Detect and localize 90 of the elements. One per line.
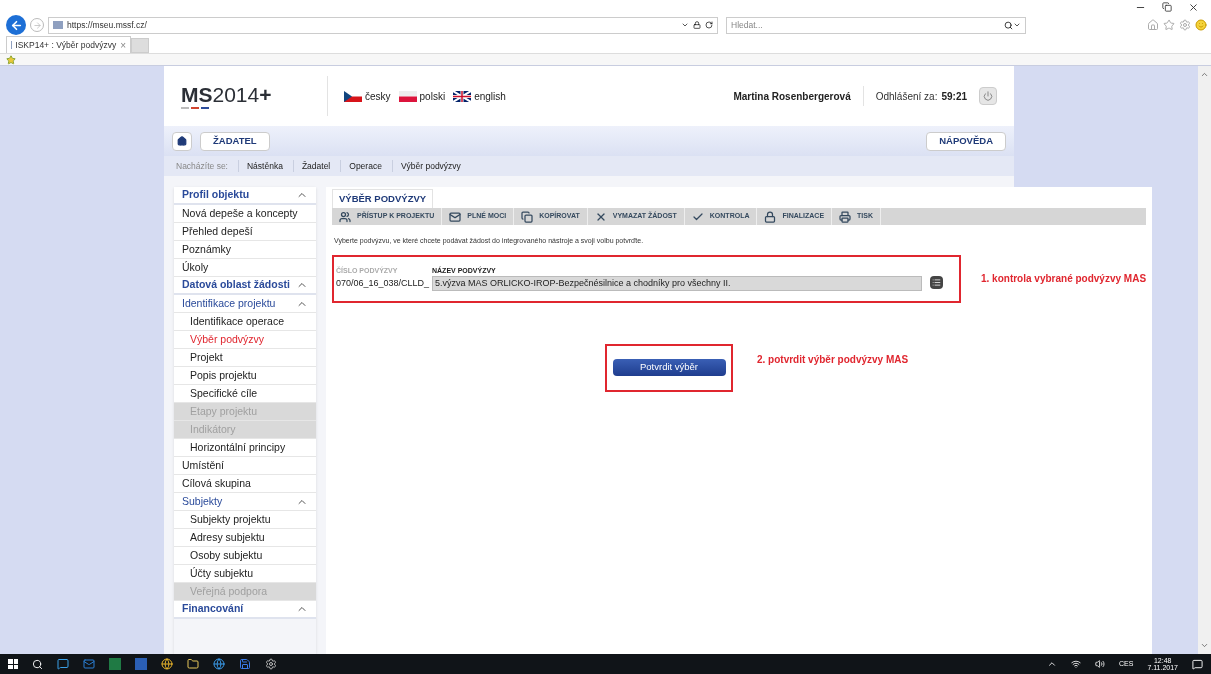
- lock-icon: [764, 210, 777, 223]
- copy-icon: [521, 210, 534, 223]
- sidebar-item[interactable]: Subjekty projektu: [174, 511, 316, 529]
- gear-icon[interactable]: [265, 658, 277, 670]
- flag-icon: [344, 90, 362, 102]
- scrollbar[interactable]: [1198, 66, 1211, 654]
- sidebar-item[interactable]: Výběr podvýzvy: [174, 331, 316, 349]
- address-bar[interactable]: https://mseu.mssf.cz/: [48, 16, 718, 34]
- sidebar-group-header[interactable]: Datová oblast žádosti: [174, 277, 316, 295]
- logout-timer: 59:21: [941, 89, 967, 104]
- sidebar-item[interactable]: Přehled depeší: [174, 223, 316, 241]
- subcall-name-field: 5.výzva MAS ORLICKO-IROP-Bezpečnésilnice a chodníky pro všechny II.: [432, 276, 922, 292]
- breadcrumb-link[interactable]: Výběr podvýzvy: [391, 159, 461, 173]
- sidebar-item[interactable]: Horizontální principy: [174, 439, 316, 457]
- star-icon[interactable]: [1163, 19, 1175, 31]
- network-icon[interactable]: [1070, 659, 1081, 669]
- volume-icon[interactable]: [1094, 659, 1105, 669]
- sidebar-item[interactable]: Identifikace operace: [174, 313, 316, 331]
- ms2014-logo[interactable]: MS2014+: [181, 83, 281, 109]
- back-button[interactable]: [6, 15, 26, 35]
- start-icon[interactable]: [8, 659, 18, 669]
- list-button[interactable]: [930, 275, 943, 289]
- favorites-star-icon[interactable]: [6, 54, 16, 65]
- sidebar-item[interactable]: Cílová skupina: [174, 475, 316, 493]
- browser-icon[interactable]: [161, 658, 173, 670]
- language-link[interactable]: english: [474, 88, 506, 104]
- annotation-text: 1. kontrola vybrané podvýzvy MAS: [981, 272, 1147, 286]
- flag-icon: [398, 90, 417, 102]
- search-icon[interactable]: [32, 658, 43, 670]
- notifications-icon[interactable]: [1192, 658, 1203, 670]
- user-name[interactable]: Martina Rosenbergerová: [733, 88, 851, 104]
- site-favicon: [53, 21, 63, 29]
- scroll-up-icon[interactable]: [1200, 70, 1209, 79]
- sidebar-item[interactable]: Popis projektu: [174, 367, 316, 385]
- dropdown-icon[interactable]: [1013, 21, 1021, 29]
- sidebar-item[interactable]: Umístění: [174, 457, 316, 475]
- refresh-icon[interactable]: [705, 21, 713, 29]
- help-button[interactable]: NÁPOVĚDA: [926, 131, 1006, 151]
- url-text: https://mseu.mssf.cz/: [67, 18, 148, 32]
- restore-icon[interactable]: [1162, 2, 1172, 12]
- sidebar-group-header[interactable]: Financování: [174, 601, 316, 619]
- sidebar-item[interactable]: Adresy subjektu: [174, 529, 316, 547]
- search-field[interactable]: Hledat...: [726, 16, 1026, 34]
- mail-icon: [449, 210, 462, 223]
- folder-icon[interactable]: [187, 658, 199, 670]
- language-link[interactable]: česky: [365, 88, 391, 104]
- sidebar-item[interactable]: Osoby subjektu: [174, 547, 316, 565]
- forward-arrow-icon: [32, 20, 42, 30]
- mail-app-icon[interactable]: [83, 658, 95, 670]
- subcall-number-select[interactable]: 070/06_16_038/CLLD_: [336, 276, 428, 292]
- tab-title: ISKP14+ : Výběr podvýzvy: [15, 38, 117, 52]
- people-icon: [339, 210, 351, 223]
- lock-icon: [693, 21, 701, 29]
- sidebar-item[interactable]: Nová depeše a koncepty: [174, 205, 316, 223]
- breadcrumb-link[interactable]: Žadatel: [292, 159, 331, 173]
- logout-timer-label: Odhlášení za:: [875, 89, 938, 104]
- close-icon[interactable]: [1188, 1, 1199, 13]
- search-icon[interactable]: [1004, 20, 1013, 30]
- sidebar-group-header[interactable]: Profil objektu: [174, 187, 316, 205]
- floppy-icon[interactable]: [239, 658, 251, 670]
- sidebar-group-header[interactable]: Subjekty: [174, 493, 316, 511]
- browser-tab[interactable]: ISKP14+ : Výběr podvýzvy ×: [6, 36, 131, 53]
- sidebar-item[interactable]: Účty subjektu: [174, 565, 316, 583]
- breadcrumb-label: Nacházíte se:: [176, 159, 228, 173]
- flag-icon: [453, 90, 472, 102]
- back-arrow-icon: [9, 18, 23, 32]
- confirm-button[interactable]: Potvrdit výběr: [612, 359, 726, 376]
- sidebar-item[interactable]: Specifické cíle: [174, 385, 316, 403]
- chat-app-icon[interactable]: [57, 658, 69, 670]
- home-icon: [177, 136, 187, 146]
- dropdown-icon[interactable]: [681, 21, 689, 29]
- list-icon: [932, 277, 941, 287]
- browser-icon[interactable]: [213, 658, 225, 670]
- annotation-text: 2. potvrdit výběr podvýzvy MAS: [757, 353, 909, 367]
- scroll-down-icon[interactable]: [1200, 641, 1209, 650]
- sidebar-item[interactable]: Projekt: [174, 349, 316, 367]
- search-input[interactable]: Hledat...: [731, 18, 1004, 32]
- sidebar-item[interactable]: Poznámky: [174, 241, 316, 259]
- language-link[interactable]: polski: [419, 88, 446, 104]
- home-button[interactable]: [172, 131, 192, 151]
- breadcrumb-link[interactable]: Operace: [340, 159, 382, 173]
- power-icon: [983, 91, 993, 101]
- sidebar-item[interactable]: Úkoly: [174, 259, 316, 277]
- breadcrumb-link[interactable]: Nástěnka: [238, 159, 283, 173]
- page-tab[interactable]: VÝBĚR PODVÝZVY: [332, 189, 434, 208]
- tray-caret-icon[interactable]: [1046, 659, 1057, 669]
- printer-icon: [839, 210, 852, 223]
- role-button[interactable]: ŽADATEL: [200, 131, 270, 151]
- sidebar-group-header[interactable]: Identifikace projektu: [174, 295, 316, 313]
- tab-close-button[interactable]: ×: [120, 37, 126, 53]
